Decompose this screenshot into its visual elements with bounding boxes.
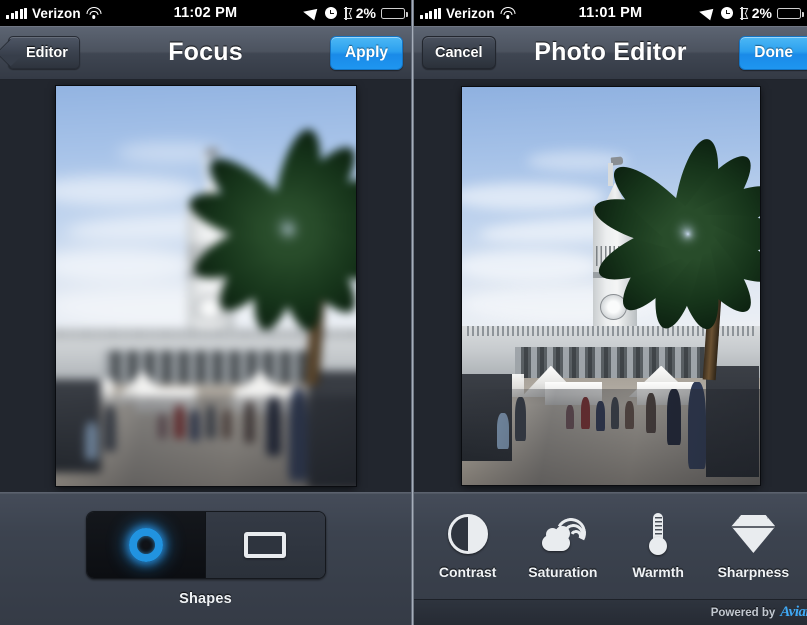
tool-warmth-label: Warmth (632, 564, 684, 580)
carrier-label: Verizon (32, 5, 81, 21)
adjustment-tools-row: Contrast Saturation Warmth Sharpness (414, 505, 807, 580)
adjustments-toolbar: Contrast Saturation Warmth Sharpness Pow… (414, 492, 807, 625)
photo-frame-focus (55, 86, 356, 486)
bluetooth-icon (342, 6, 351, 20)
thermometer-icon (649, 513, 668, 555)
bluetooth-icon (738, 6, 747, 20)
saturation-cloud-icon (540, 514, 590, 554)
shape-option-circle[interactable] (86, 512, 205, 578)
photo-ferry-building-sharp (461, 87, 760, 485)
nav-bar-left: Editor Focus Apply (0, 26, 411, 80)
shapes-segmented-control[interactable] (85, 511, 326, 579)
carrier-label: Verizon (446, 5, 495, 21)
tool-contrast[interactable]: Contrast (422, 511, 514, 580)
location-arrow-icon (302, 4, 323, 20)
diamond-icon (731, 515, 776, 553)
status-bar-right: Verizon 11:01 PM 2% (414, 0, 807, 26)
circle-shape-icon (128, 528, 163, 562)
tool-warmth[interactable]: Warmth (612, 511, 704, 580)
status-bar-left: Verizon 11:02 PM 2% (0, 0, 411, 26)
powered-by-label: Powered by (710, 606, 776, 619)
done-button-label: Done (754, 43, 793, 61)
shapes-toolbar: Shapes (0, 492, 411, 625)
photo-ferry-building-blurred (55, 86, 356, 486)
battery-percent-label: 2% (751, 5, 772, 21)
apply-button[interactable]: Apply (329, 35, 403, 70)
alarm-clock-icon (324, 7, 337, 19)
focus-screen: Verizon 11:02 PM 2% Editor Focus Apply S… (0, 0, 411, 625)
signal-bars-icon (6, 7, 27, 19)
shapes-group-label: Shapes (179, 591, 232, 607)
back-to-editor-button[interactable]: Editor (8, 36, 80, 69)
signal-bars-icon (420, 7, 441, 19)
cancel-button[interactable]: Cancel (422, 36, 496, 69)
battery-percent-label: 2% (355, 5, 376, 21)
battery-low-icon (777, 7, 804, 19)
alarm-clock-icon (720, 7, 733, 19)
photo-canvas-left[interactable] (0, 80, 411, 492)
side-by-side-screenshots: Verizon 11:02 PM 2% Editor Focus Apply S… (0, 0, 807, 625)
photo-canvas-right[interactable] (414, 80, 807, 492)
tool-saturation[interactable]: Saturation (517, 511, 609, 580)
powered-by-bar: Powered by Aviary (414, 599, 807, 625)
shape-option-rectangle[interactable] (206, 512, 325, 578)
tool-sharpness[interactable]: Sharpness (707, 511, 799, 580)
aviary-logo: Aviary (780, 604, 807, 620)
apply-button-label: Apply (344, 43, 388, 61)
photo-editor-screen: Verizon 11:01 PM 2% Cancel Photo Editor … (414, 0, 807, 625)
cancel-button-label: Cancel (435, 44, 483, 61)
nav-bar-right: Cancel Photo Editor Done (414, 26, 807, 80)
wifi-icon (500, 7, 516, 19)
photo-frame-editor (461, 87, 760, 485)
battery-low-icon (381, 7, 408, 19)
tool-saturation-label: Saturation (528, 564, 598, 580)
tool-contrast-label: Contrast (438, 564, 497, 580)
location-arrow-icon (698, 4, 719, 20)
done-button[interactable]: Done (739, 35, 807, 70)
rectangle-shape-icon (244, 532, 287, 558)
back-button-label: Editor (26, 44, 68, 61)
wifi-icon (86, 7, 102, 19)
tool-sharpness-label: Sharpness (717, 564, 790, 580)
contrast-icon (447, 514, 488, 554)
